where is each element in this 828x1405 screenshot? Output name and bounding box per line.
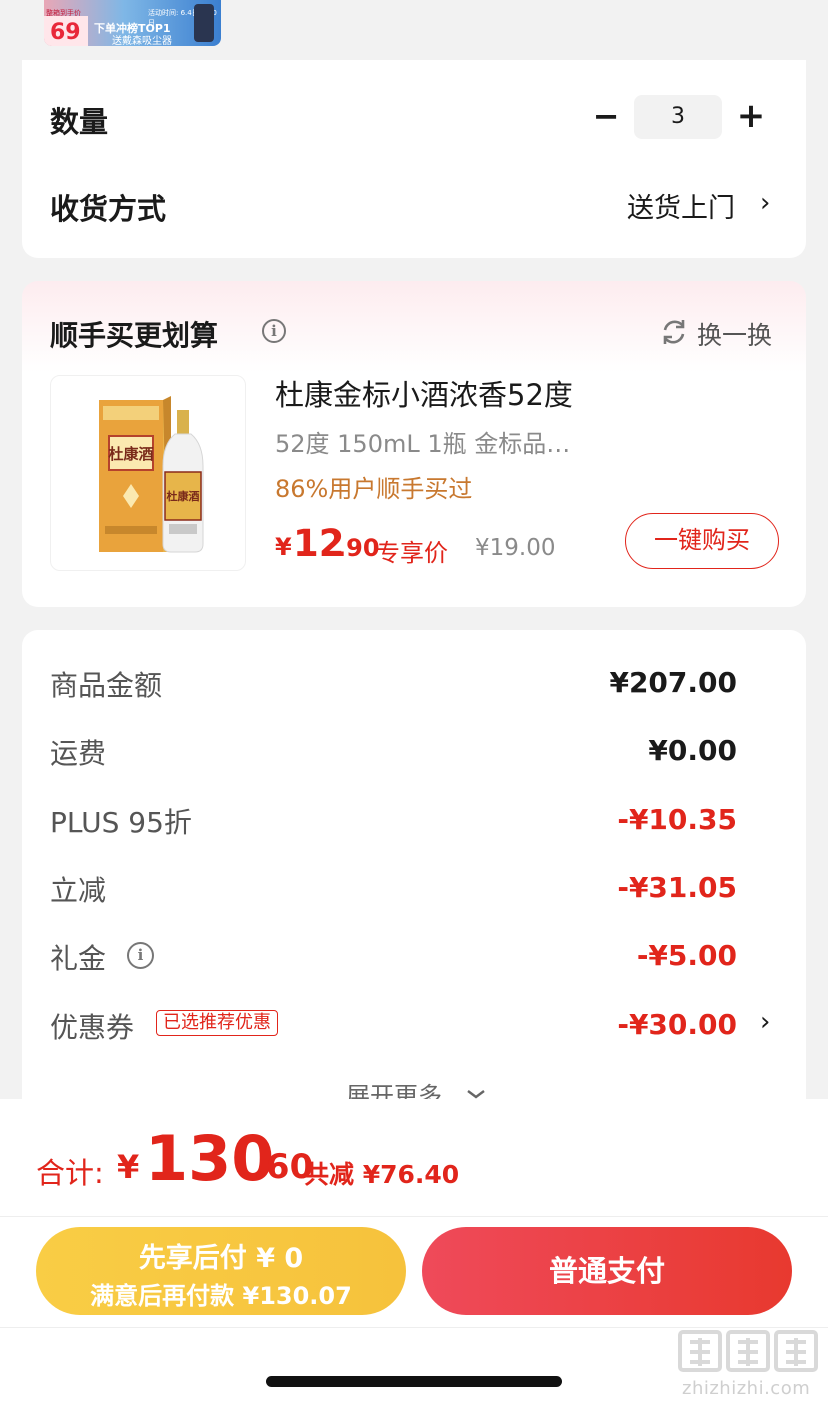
product-price-tag: 专享价 bbox=[376, 539, 448, 567]
vacuum-image bbox=[194, 4, 214, 42]
promo-price: 69 bbox=[50, 20, 81, 45]
pay-later-subtitle: 满意后再付款 ¥130.07 bbox=[90, 1282, 352, 1310]
product-name[interactable]: 杜康金标小酒浓香52度 bbox=[275, 372, 573, 414]
delivery-value[interactable]: 送货上门 bbox=[627, 186, 735, 225]
summary-row-label: 立减 bbox=[50, 874, 107, 907]
promo-banner-thumbnail[interactable]: 整箱到手价 69 活动时间: 6.4日-6.20日 下单冲榜TOP1 送戴森吸尘… bbox=[44, 0, 221, 46]
quantity-value[interactable]: 3 bbox=[634, 95, 722, 139]
order-options-card bbox=[22, 60, 806, 258]
summary-row-value: -¥5.00 bbox=[636, 939, 737, 972]
delivery-label: 收货方式 bbox=[50, 192, 167, 226]
summary-row-value: -¥10.35 bbox=[617, 803, 737, 836]
product-spec: 52度 150mL 1瓶 金标品… bbox=[275, 430, 571, 458]
total-saved[interactable]: 共减 ¥76.40 bbox=[304, 1155, 459, 1191]
watermark-text: zhizhizhi.com bbox=[682, 1378, 811, 1399]
pay-later-title: 先享后付 ¥ 0 bbox=[138, 1243, 304, 1274]
summary-row-label: PLUS 95折 bbox=[50, 806, 192, 839]
chevron-down-icon[interactable] bbox=[466, 1085, 486, 1099]
product-price-yen: ¥ bbox=[275, 533, 292, 561]
product-image[interactable]: 杜康酒 杜康酒 bbox=[50, 375, 246, 571]
box-label-text: 杜康酒 bbox=[108, 445, 153, 463]
watermark-logo bbox=[676, 1326, 820, 1374]
gift-money-info-icon[interactable]: i bbox=[127, 942, 154, 969]
quantity-label: 数量 bbox=[50, 105, 109, 139]
summary-row-value: -¥31.05 bbox=[617, 871, 737, 904]
total-yen: ¥ bbox=[117, 1148, 140, 1186]
summary-row-label[interactable]: 优惠券 bbox=[50, 1006, 134, 1046]
summary-row-label: 礼金 bbox=[50, 942, 107, 975]
chevron-right-icon[interactable]: › bbox=[760, 188, 770, 218]
home-indicator[interactable] bbox=[266, 1376, 562, 1387]
addon-title: 顺手买更划算 bbox=[50, 319, 219, 352]
divider bbox=[0, 1216, 828, 1217]
promo-line2: 送戴森吸尘器 bbox=[112, 36, 172, 46]
summary-row-label: 运费 bbox=[50, 737, 107, 770]
info-icon[interactable]: i bbox=[262, 319, 286, 343]
coupon-recommend-tag: 已选推荐优惠 bbox=[156, 1010, 278, 1036]
svg-text:杜康酒: 杜康酒 bbox=[167, 489, 200, 503]
product-stat: 86%用户顺手买过 bbox=[275, 475, 473, 503]
pay-later-button[interactable]: 先享后付 ¥ 0 满意后再付款 ¥130.07 bbox=[36, 1227, 406, 1315]
swap-button[interactable]: 换一换 bbox=[697, 316, 772, 352]
summary-row-value[interactable]: -¥30.00 bbox=[437, 1008, 737, 1041]
summary-row-value: ¥207.00 bbox=[609, 666, 737, 699]
normal-pay-button[interactable]: 普通支付 bbox=[422, 1227, 792, 1315]
quantity-minus-button[interactable]: − bbox=[592, 100, 620, 132]
promo-price-prefix: 整箱到手价 bbox=[46, 9, 81, 17]
one-click-buy-button[interactable]: 一键购买 bbox=[625, 513, 779, 569]
product-original-price: ¥19.00 bbox=[475, 535, 556, 561]
total-label: 合计: bbox=[36, 1156, 104, 1190]
chevron-right-icon[interactable]: › bbox=[760, 1007, 770, 1037]
quantity-plus-button[interactable]: + bbox=[736, 99, 766, 133]
summary-row-value: ¥0.00 bbox=[648, 734, 737, 767]
summary-row-label: 商品金额 bbox=[50, 669, 163, 702]
refresh-icon[interactable] bbox=[660, 317, 688, 347]
product-price-decimal: .90 bbox=[337, 534, 380, 562]
